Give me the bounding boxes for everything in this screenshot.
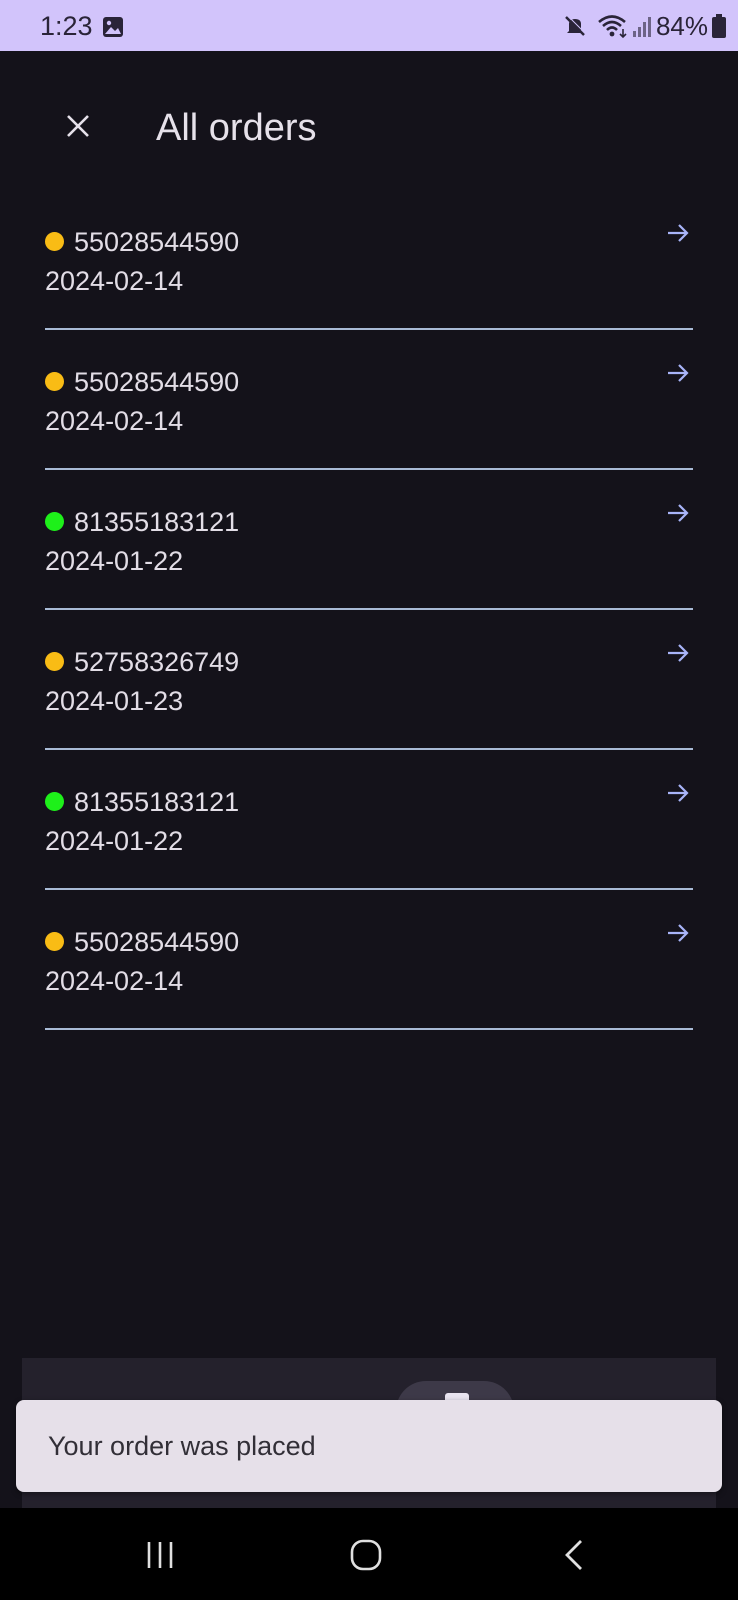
order-row[interactable]: 55028544590 2024-02-14 xyxy=(45,190,693,330)
order-number: 55028544590 xyxy=(74,227,240,257)
arrow-right-icon[interactable] xyxy=(665,500,691,526)
order-number: 55028544590 xyxy=(74,927,240,957)
system-nav-bar xyxy=(0,1508,738,1600)
signal-icon xyxy=(632,17,651,37)
snackbar-message: Your order was placed xyxy=(48,1431,316,1461)
order-status-dot xyxy=(45,372,64,391)
order-number: 81355183121 xyxy=(74,787,240,817)
home-button[interactable] xyxy=(341,1530,391,1580)
arrow-right-icon[interactable] xyxy=(665,220,691,246)
status-icons: 84% xyxy=(562,11,726,41)
close-button[interactable] xyxy=(58,106,98,146)
page-title: All orders xyxy=(156,107,317,149)
status-time: 1:23 xyxy=(40,11,93,41)
image-icon xyxy=(103,17,123,37)
arrow-right-icon[interactable] xyxy=(665,640,691,666)
battery-level: 84% xyxy=(655,10,708,41)
order-number: 81355183121 xyxy=(74,507,240,537)
arrow-right-icon[interactable] xyxy=(665,780,691,806)
battery-icon xyxy=(712,14,726,38)
mute-icon xyxy=(565,15,586,36)
order-row[interactable]: 55028544590 2024-02-14 xyxy=(45,890,693,1030)
status-bar: 1:23 84% xyxy=(0,0,738,51)
order-date: 2024-01-22 xyxy=(45,546,184,576)
screen: 1:23 84% All orders 55028544590 2024-02-… xyxy=(0,0,738,1600)
order-row[interactable]: 55028544590 2024-02-14 xyxy=(45,330,693,470)
arrow-right-icon[interactable] xyxy=(665,360,691,386)
order-status-dot xyxy=(45,232,64,251)
snackbar: Your order was placed xyxy=(16,1400,722,1492)
order-date: 2024-02-14 xyxy=(45,406,184,436)
order-date: 2024-01-22 xyxy=(45,826,184,856)
order-number: 55028544590 xyxy=(74,367,240,397)
order-number: 52758326749 xyxy=(74,647,240,677)
close-icon xyxy=(67,115,89,137)
back-button[interactable] xyxy=(549,1530,599,1580)
order-status-dot xyxy=(45,512,64,531)
recents-button[interactable] xyxy=(135,1530,185,1580)
order-status-dot xyxy=(45,932,64,951)
orders-list: 55028544590 2024-02-14 55028544590 2024-… xyxy=(45,190,693,1030)
home-icon xyxy=(350,1539,382,1571)
order-row[interactable]: 81355183121 2024-01-22 xyxy=(45,470,693,610)
order-date: 2024-02-14 xyxy=(45,966,184,996)
back-icon xyxy=(565,1540,582,1570)
order-date: 2024-01-23 xyxy=(45,686,184,716)
recents-icon xyxy=(147,1542,173,1568)
order-row[interactable]: 81355183121 2024-01-22 xyxy=(45,750,693,890)
order-date: 2024-02-14 xyxy=(45,266,184,296)
order-row[interactable]: 52758326749 2024-01-23 xyxy=(45,610,693,750)
wifi-icon xyxy=(598,15,627,39)
order-status-dot xyxy=(45,652,64,671)
arrow-right-icon[interactable] xyxy=(665,920,691,946)
order-status-dot xyxy=(45,792,64,811)
